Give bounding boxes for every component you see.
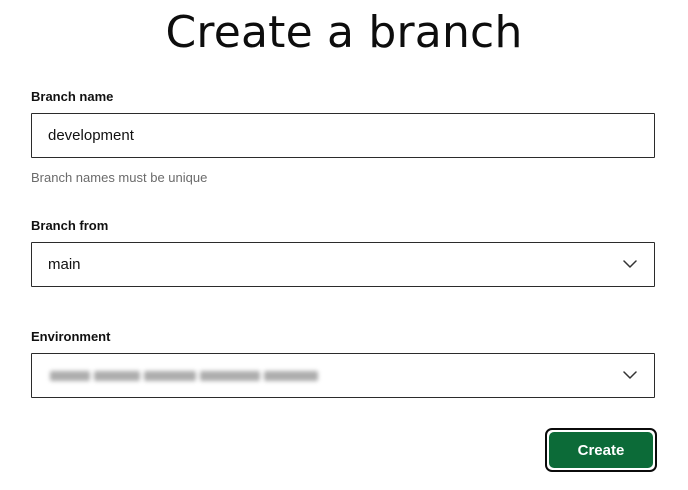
branch-name-helper-text: Branch names must be unique [31,170,208,185]
create-branch-dialog: Create a branch Branch name development … [0,0,688,490]
environment-select[interactable] [31,353,655,398]
branch-from-select[interactable]: main [31,242,655,287]
branch-from-value: main [48,256,81,273]
create-button[interactable]: Create [545,428,657,472]
create-button-label: Create [549,432,653,468]
branch-name-value: development [48,127,134,144]
environment-value-redacted [50,370,332,382]
branch-from-label: Branch from [31,218,109,233]
branch-name-input[interactable]: development [31,113,655,158]
chevron-down-icon [623,260,637,268]
chevron-down-icon [623,371,637,379]
environment-label: Environment [31,329,111,344]
page-title: Create a branch [165,7,523,58]
branch-name-label: Branch name [31,89,114,104]
